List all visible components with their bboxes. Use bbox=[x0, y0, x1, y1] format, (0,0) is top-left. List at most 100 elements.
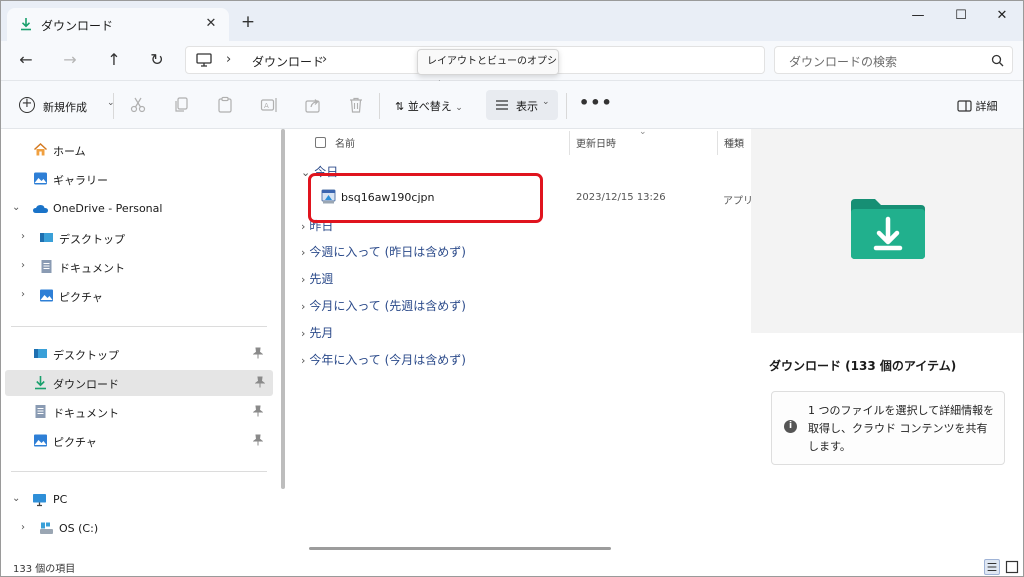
sidebar-item-label: ダウンロード bbox=[53, 378, 119, 391]
sidebar-item-documents[interactable]: ドキュメント bbox=[1, 399, 271, 425]
chevron-right-icon: › bbox=[301, 354, 306, 367]
chevron-right-icon[interactable]: › bbox=[21, 289, 25, 300]
group-header[interactable]: › 先月 bbox=[301, 324, 333, 341]
sidebar-item-pc[interactable]: ⌄ PC bbox=[1, 487, 271, 513]
sidebar-item-label: ピクチャ bbox=[53, 436, 97, 449]
sidebar-item-onedrive[interactable]: ⌄ OneDrive - Personal bbox=[1, 196, 271, 222]
sidebar-item-onedrive-desktop[interactable]: › デスクトップ bbox=[1, 225, 271, 251]
column-header-modified[interactable]: 更新日時 bbox=[576, 135, 616, 150]
view-label: 表示 bbox=[516, 100, 538, 113]
item-count: 133 個の項目 bbox=[13, 564, 76, 575]
search-box[interactable]: ダウンロードの検索 bbox=[774, 46, 1013, 74]
sidebar-item-label: ドキュメント bbox=[53, 407, 119, 420]
group-label: 今月に入って (先週は含めず) bbox=[309, 299, 466, 313]
gallery-icon bbox=[34, 172, 47, 185]
details-pane-button[interactable]: 詳細 bbox=[957, 98, 998, 114]
pin-icon[interactable] bbox=[253, 405, 263, 417]
chevron-right-icon[interactable]: › bbox=[21, 522, 25, 533]
share-icon[interactable] bbox=[304, 96, 322, 114]
sidebar-item-gallery[interactable]: ギャラリー bbox=[1, 166, 271, 192]
chevron-right-icon: › bbox=[301, 300, 306, 313]
chevron-right-icon[interactable]: › bbox=[21, 260, 25, 271]
sidebar-item-desktop[interactable]: デスクトップ bbox=[1, 341, 271, 367]
download-icon bbox=[35, 376, 46, 390]
status-bar: 133 個の項目 bbox=[1, 558, 1023, 576]
column-divider[interactable] bbox=[717, 131, 718, 155]
minimize-button[interactable]: — bbox=[904, 7, 932, 25]
sidebar-scrollbar[interactable] bbox=[281, 129, 285, 489]
column-header-type[interactable]: 種類 bbox=[724, 135, 744, 150]
file-type: アプリケーション bbox=[723, 196, 751, 207]
chevron-down-icon: ⌄ bbox=[542, 97, 550, 107]
copy-icon[interactable] bbox=[172, 96, 190, 114]
group-header[interactable]: › 先週 bbox=[301, 270, 333, 287]
tiles-view-icon[interactable] bbox=[1004, 559, 1020, 575]
monitor-icon bbox=[196, 53, 212, 67]
navigation-pane: ホーム ギャラリー ⌄ OneDrive - Personal › デスクトップ bbox=[1, 129, 277, 558]
sidebar-item-label: ドキュメント bbox=[59, 262, 125, 275]
sort-chevron-icon: ⌄ bbox=[639, 127, 647, 137]
column-divider[interactable] bbox=[569, 131, 570, 155]
rename-icon[interactable]: A bbox=[260, 96, 278, 114]
details-pane: ダウンロード (133 個のアイテム) i 1 つのファイルを選択して詳細情報を… bbox=[751, 129, 1023, 558]
chevron-right-icon: › bbox=[301, 327, 306, 340]
details-title: ダウンロード (133 個のアイテム) bbox=[769, 359, 957, 373]
sidebar-item-onedrive-pictures[interactable]: › ピクチャ bbox=[1, 283, 271, 309]
close-button[interactable]: ✕ bbox=[988, 7, 1016, 25]
paste-icon[interactable] bbox=[216, 96, 234, 114]
command-bar: + 新規作成 ⌄ A ⇅ 並べ替え ⌄ 表示 ⌄ ••• 詳細 bbox=[1, 81, 1023, 129]
chevron-right-icon[interactable]: › bbox=[21, 231, 25, 242]
sort-button[interactable]: ⇅ 並べ替え ⌄ bbox=[395, 98, 463, 114]
pictures-icon bbox=[40, 289, 53, 302]
refresh-button[interactable]: ↻ bbox=[144, 49, 170, 71]
breadcrumb-downloads[interactable]: ダウンロード bbox=[252, 53, 324, 70]
breadcrumb-chevron-icon[interactable]: › bbox=[226, 52, 231, 67]
column-header-name[interactable]: 名前 bbox=[335, 135, 355, 150]
sidebar-item-os-drive[interactable]: › OS (C:) bbox=[1, 516, 271, 542]
sidebar-item-home[interactable]: ホーム bbox=[1, 137, 271, 163]
group-label: 先週 bbox=[309, 272, 334, 286]
delete-icon[interactable] bbox=[347, 96, 365, 114]
group-header[interactable]: › 今年に入って (今月は含めず) bbox=[301, 351, 466, 368]
chevron-down-icon[interactable]: ⌄ bbox=[12, 202, 20, 213]
tab-downloads[interactable]: ダウンロード ✕ bbox=[7, 8, 229, 41]
pin-icon[interactable] bbox=[253, 347, 263, 359]
new-tab-button[interactable]: + bbox=[239, 13, 257, 31]
horizontal-scrollbar[interactable] bbox=[309, 547, 611, 550]
svg-text:A: A bbox=[264, 102, 269, 110]
sidebar-item-downloads[interactable]: ダウンロード bbox=[5, 370, 273, 396]
more-options-button[interactable]: ••• bbox=[579, 93, 613, 112]
view-button[interactable]: 表示 ⌄ bbox=[486, 90, 558, 120]
divider bbox=[113, 93, 114, 119]
forward-button[interactable]: → bbox=[57, 49, 83, 71]
chevron-down-icon[interactable]: ⌄ bbox=[12, 493, 20, 504]
maximize-button[interactable]: ☐ bbox=[947, 7, 975, 25]
sidebar-item-onedrive-documents[interactable]: › ドキュメント bbox=[1, 254, 271, 280]
sidebar-item-label: ギャラリー bbox=[53, 174, 108, 187]
tooltip: レイアウトとビューのオプション。 bbox=[417, 49, 559, 91]
cut-icon[interactable] bbox=[129, 96, 147, 114]
pin-icon[interactable] bbox=[255, 376, 265, 388]
sort-label: 並べ替え bbox=[407, 100, 452, 113]
group-label: 先月 bbox=[309, 326, 334, 340]
select-all-checkbox[interactable] bbox=[315, 137, 326, 148]
home-icon bbox=[33, 142, 48, 156]
chevron-down-icon: ⌄ bbox=[455, 103, 463, 113]
pin-icon[interactable] bbox=[253, 434, 263, 446]
title-bar: ダウンロード ✕ + — ☐ ✕ bbox=[1, 1, 1023, 41]
up-button[interactable]: ↑ bbox=[101, 49, 127, 71]
breadcrumb-chevron-icon[interactable]: › bbox=[322, 52, 327, 67]
group-header[interactable]: › 今月に入って (先週は含めず) bbox=[301, 297, 466, 314]
sidebar-item-pictures[interactable]: ピクチャ bbox=[1, 428, 271, 454]
monitor-icon bbox=[33, 494, 46, 507]
group-header[interactable]: › 今週に入って (昨日は含めず) bbox=[301, 243, 466, 260]
back-button[interactable]: ← bbox=[13, 49, 39, 71]
document-icon bbox=[41, 260, 52, 273]
divider bbox=[379, 93, 380, 119]
drive-icon bbox=[40, 522, 53, 534]
divider bbox=[11, 471, 267, 472]
details-view-icon[interactable] bbox=[984, 559, 1000, 575]
tab-close-icon[interactable]: ✕ bbox=[203, 16, 219, 32]
desktop-icon bbox=[40, 233, 53, 242]
sidebar-item-label: OneDrive - Personal bbox=[53, 202, 163, 215]
